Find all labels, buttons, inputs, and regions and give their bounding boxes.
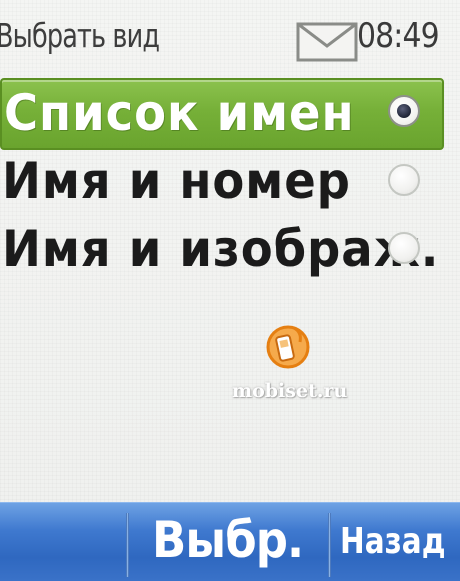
list-item-label: Список имен	[4, 84, 355, 142]
softkey-divider	[328, 513, 331, 577]
radio-name-and-number[interactable]	[388, 164, 420, 196]
list-item-label: Имя и номер	[2, 152, 351, 210]
radio-name-list[interactable]	[388, 95, 420, 127]
select-softkey[interactable]: Выбр.	[152, 511, 304, 569]
list-item-label: Имя и изображ.	[2, 220, 440, 278]
watermark-text: mobiset.ru	[232, 380, 348, 402]
list-item-name-and-number[interactable]: Имя и номер	[0, 148, 440, 216]
envelope-icon	[296, 22, 358, 62]
back-softkey[interactable]: Назад	[340, 521, 446, 562]
status-bar: Выбрать вид 08:49	[0, 0, 460, 68]
softkey-bar: Выбр. Назад	[0, 502, 460, 581]
screen-title: Выбрать вид	[0, 16, 160, 55]
status-time: 08:49	[357, 16, 440, 56]
softkey-divider	[126, 513, 129, 577]
list-item-name-list[interactable]: Список имен	[0, 78, 444, 150]
phone-screen: Выбрать вид 08:49 Список имен Имя и номе…	[0, 0, 460, 581]
radio-name-and-image[interactable]	[388, 232, 420, 264]
mobile-phone-logo-icon	[266, 325, 310, 369]
list-item-name-and-image[interactable]: Имя и изображ.	[0, 216, 440, 284]
